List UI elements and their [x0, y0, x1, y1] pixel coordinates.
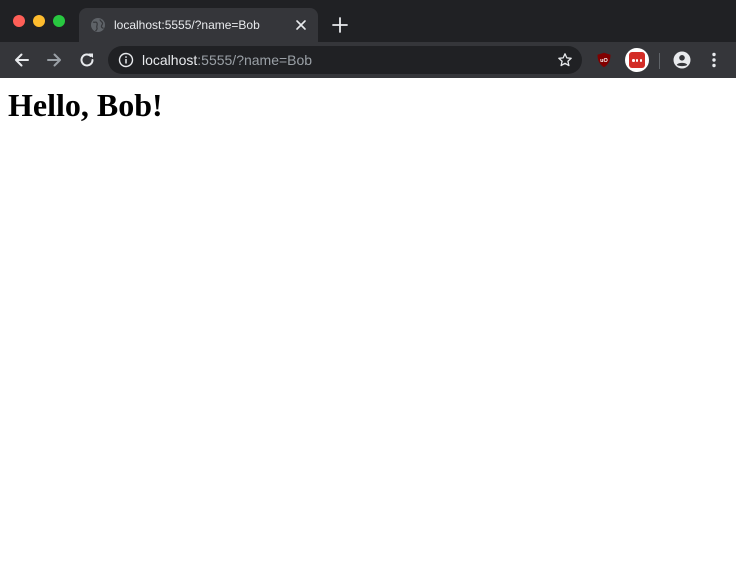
reload-icon[interactable] — [77, 50, 97, 70]
globe-icon — [91, 18, 105, 32]
window-close-button[interactable] — [13, 15, 25, 27]
info-icon[interactable] — [118, 52, 134, 68]
url-path: :5555/?name=Bob — [197, 52, 313, 68]
window-maximize-button[interactable] — [53, 15, 65, 27]
plus-icon[interactable] — [330, 15, 350, 35]
star-icon[interactable] — [557, 52, 573, 68]
page-content: Hello, Bob! — [0, 78, 736, 567]
account-circle-icon[interactable] — [672, 50, 692, 70]
arrow-right-icon[interactable] — [44, 50, 64, 70]
page-heading: Hello, Bob! — [8, 87, 163, 123]
close-icon[interactable] — [293, 17, 309, 33]
window-minimize-button[interactable] — [33, 15, 45, 27]
tab-strip: localhost:5555/?name=Bob — [0, 0, 736, 42]
tab-title: localhost:5555/?name=Bob — [114, 18, 260, 32]
svg-text:uO: uO — [600, 58, 608, 64]
address-bar[interactable]: localhost:5555/?name=Bob — [108, 46, 582, 74]
arrow-left-icon[interactable] — [12, 50, 32, 70]
lastpass-badge — [629, 52, 645, 68]
url-text[interactable]: localhost:5555/?name=Bob — [142, 52, 312, 68]
lastpass-dot — [632, 59, 635, 62]
tab-active[interactable]: localhost:5555/?name=Bob — [79, 8, 318, 42]
toolbar: localhost:5555/?name=Bob uO — [0, 42, 736, 78]
toolbar-divider — [659, 53, 660, 69]
url-host: localhost — [142, 52, 198, 68]
ublock-origin-icon[interactable]: uO — [596, 52, 612, 68]
lastpass-dot — [639, 59, 643, 62]
kebab-menu-icon[interactable] — [704, 50, 724, 70]
lastpass-dot — [635, 59, 639, 62]
lastpass-icon[interactable] — [625, 48, 649, 72]
browser-window: localhost:5555/?name=Bob localhost:5555/… — [0, 0, 736, 567]
